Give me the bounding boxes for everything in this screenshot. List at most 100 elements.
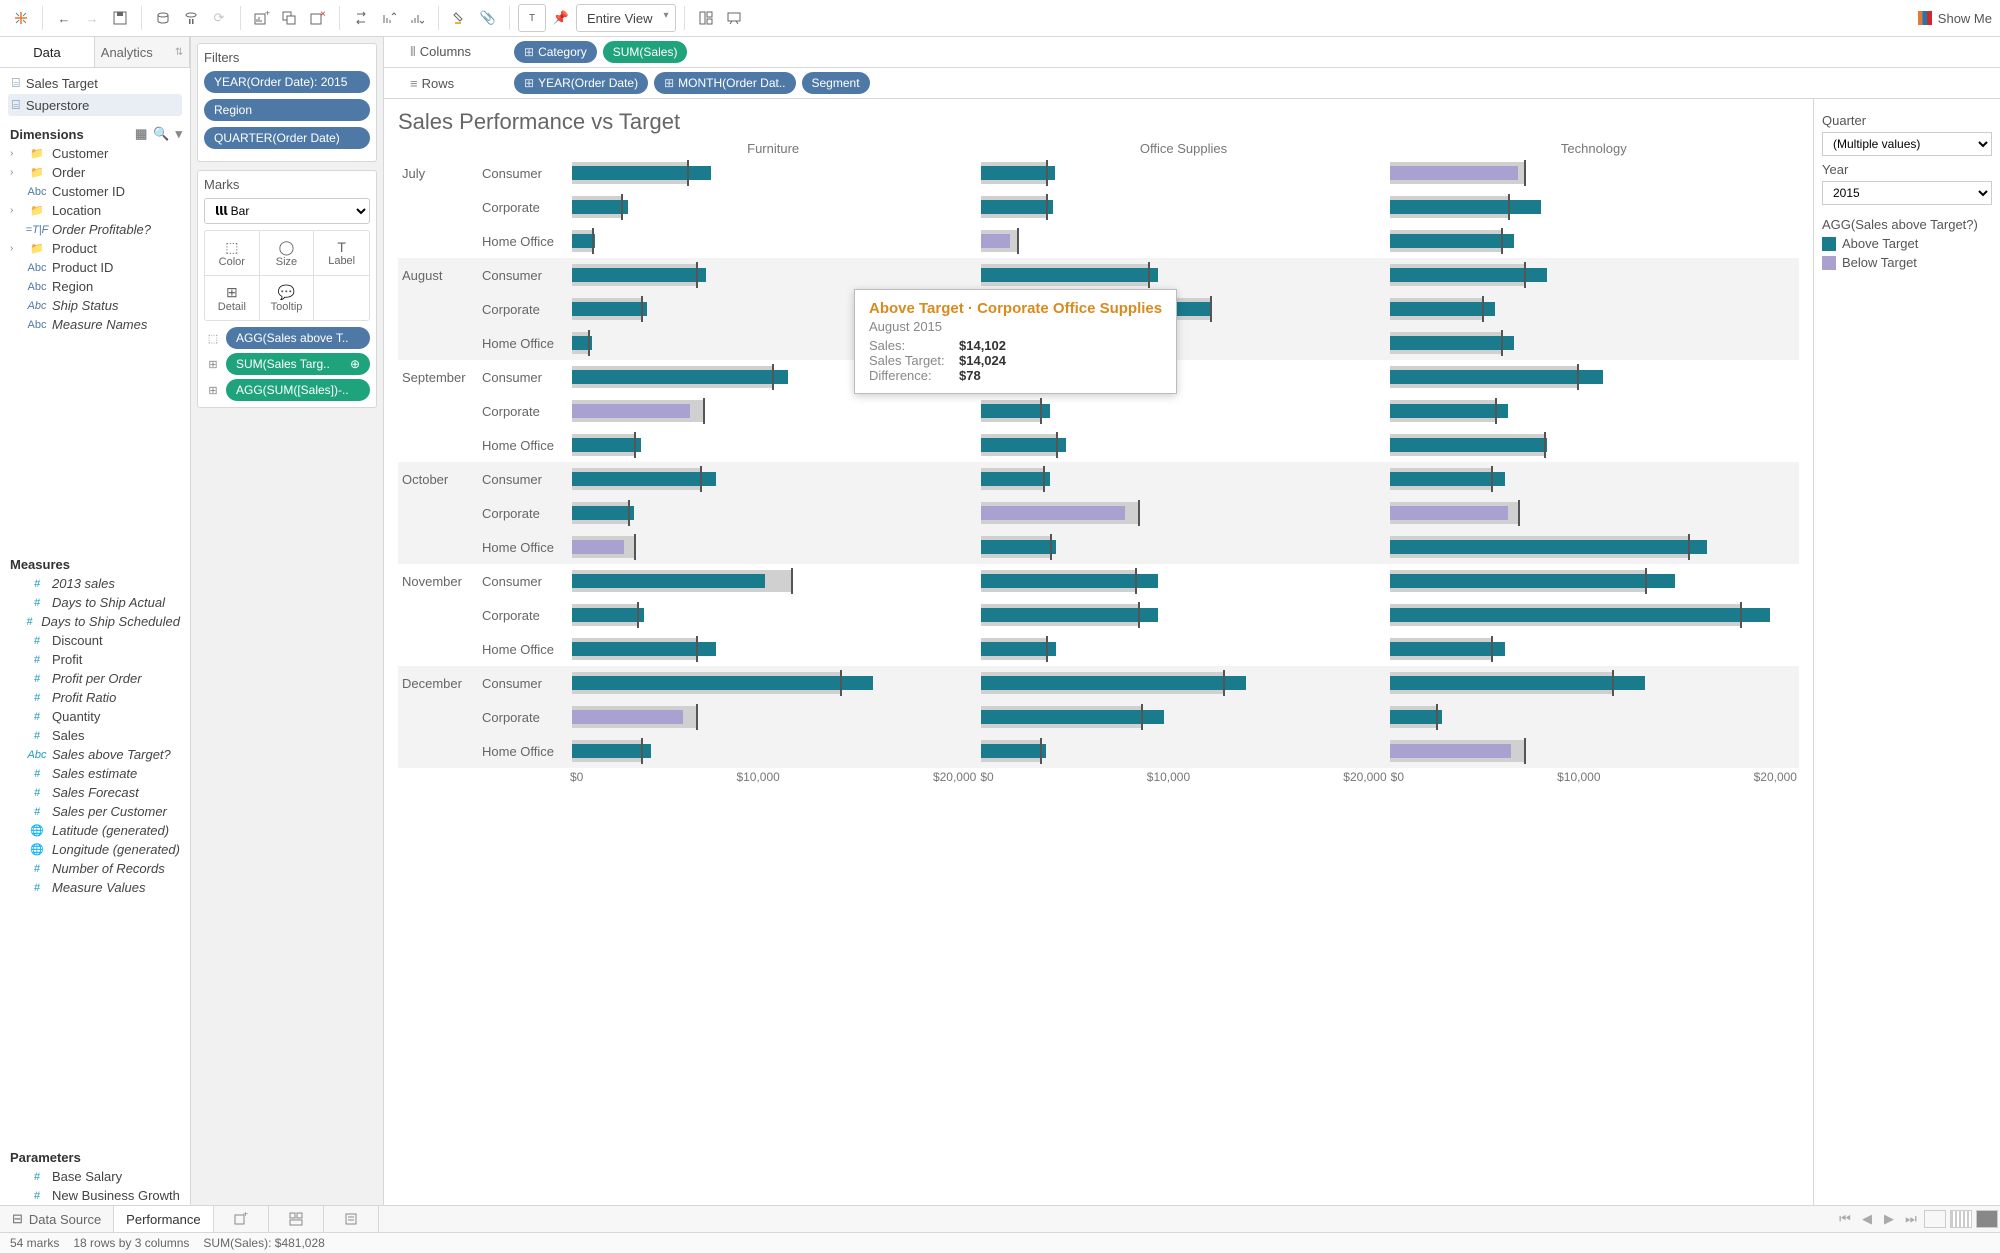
menu-icon[interactable]: ▾ (175, 126, 182, 142)
save-icon[interactable] (107, 5, 133, 31)
show-filmstrip-icon[interactable] (1950, 1210, 1972, 1228)
bar-cell[interactable] (1390, 635, 1799, 663)
field-sales-per-customer[interactable]: #Sales per Customer (0, 802, 190, 821)
marks-tooltip[interactable]: 💬Tooltip (260, 276, 315, 320)
presentation-icon[interactable] (721, 5, 747, 31)
field-customer-id[interactable]: AbcCustomer ID (0, 182, 190, 201)
quarter-filter[interactable]: (Multiple values) (1822, 132, 1992, 156)
new-sheet-icon[interactable]: + (249, 5, 275, 31)
bar-cell[interactable] (1390, 737, 1799, 765)
bar-cell[interactable] (1390, 533, 1799, 561)
back-arrow-icon[interactable]: ← (51, 5, 77, 31)
show-tabs-icon[interactable] (1924, 1210, 1946, 1228)
bar-cell[interactable] (572, 261, 981, 289)
columns-shelf[interactable]: ⦀Columns ⊞CategorySUM(Sales) (384, 37, 2000, 68)
bar-cell[interactable] (1390, 397, 1799, 425)
bar-cell[interactable] (981, 737, 1390, 765)
bar-cell[interactable] (981, 465, 1390, 493)
bar-cell[interactable] (981, 703, 1390, 731)
sort-desc-icon[interactable] (404, 5, 430, 31)
bar-cell[interactable] (572, 499, 981, 527)
first-sheet-icon[interactable]: ⏮ (1834, 1211, 1856, 1227)
group-icon[interactable]: 📎 (475, 5, 501, 31)
field-measure-values[interactable]: #Measure Values (0, 878, 190, 897)
search-icon[interactable]: 🔍 (153, 126, 169, 142)
marks-detail[interactable]: ⊞Detail (205, 276, 260, 320)
bar-cell[interactable] (1390, 227, 1799, 255)
field-profit[interactable]: #Profit (0, 650, 190, 669)
bar-cell[interactable] (981, 397, 1390, 425)
bar-cell[interactable] (981, 601, 1390, 629)
tab-analytics[interactable]: Analytics⇅ (95, 37, 190, 67)
bar-cell[interactable] (981, 261, 1390, 289)
bar-cell[interactable] (572, 227, 981, 255)
bar-cell[interactable] (572, 193, 981, 221)
field-ship-status[interactable]: AbcShip Status (0, 296, 190, 315)
last-sheet-icon[interactable]: ⏭ (1900, 1211, 1922, 1227)
bar-cell[interactable] (1390, 499, 1799, 527)
tableau-logo-icon[interactable] (8, 5, 34, 31)
field-sales-above-target-[interactable]: AbcSales above Target? (0, 745, 190, 764)
bar-cell[interactable] (981, 193, 1390, 221)
shelf-pill[interactable]: SUM(Sales) (603, 41, 688, 63)
shelf-pill[interactable]: ⊞MONTH(Order Dat.. (654, 72, 795, 94)
bar-cell[interactable] (1390, 567, 1799, 595)
clear-sheet-icon[interactable]: × (305, 5, 331, 31)
field-order-profitable-[interactable]: =T|FOrder Profitable? (0, 220, 190, 239)
bar-cell[interactable] (572, 635, 981, 663)
filter-pill[interactable]: QUARTER(Order Date) (204, 127, 370, 149)
bar-cell[interactable] (572, 533, 981, 561)
marks-color[interactable]: ⬚Color (205, 231, 260, 276)
bar-cell[interactable] (1390, 465, 1799, 493)
field-days-to-ship-actual[interactable]: #Days to Ship Actual (0, 593, 190, 612)
pin-icon[interactable]: 📌 (548, 5, 574, 31)
viz-canvas[interactable]: Sales Performance vs Target FurnitureOff… (384, 99, 1813, 1205)
highlight-icon[interactable] (447, 5, 473, 31)
bar-cell[interactable] (1390, 363, 1799, 391)
marks-label[interactable]: TLabel (314, 231, 369, 276)
marks-pill[interactable]: SUM(Sales Targ.. ⊕ (226, 353, 370, 375)
field-measure-names[interactable]: AbcMeasure Names (0, 315, 190, 334)
field-location[interactable]: ›📁Location (0, 201, 190, 220)
field-2013-sales[interactable]: #2013 sales (0, 574, 190, 593)
legend-item[interactable]: Above Target (1822, 236, 1992, 251)
field-new-business-growth[interactable]: #New Business Growth (0, 1186, 190, 1205)
bar-cell[interactable] (981, 567, 1390, 595)
bar-cell[interactable] (981, 635, 1390, 663)
bar-cell[interactable] (1390, 703, 1799, 731)
new-story-icon[interactable] (324, 1206, 379, 1232)
filter-pill[interactable]: YEAR(Order Date): 2015 (204, 71, 370, 93)
bar-cell[interactable] (572, 465, 981, 493)
year-filter[interactable]: 2015 (1822, 181, 1992, 205)
swap-icon[interactable] (348, 5, 374, 31)
field-days-to-ship-scheduled[interactable]: #Days to Ship Scheduled (0, 612, 190, 631)
field-latitude-generated-[interactable]: 🌐Latitude (generated) (0, 821, 190, 840)
field-longitude-generated-[interactable]: 🌐Longitude (generated) (0, 840, 190, 859)
rows-shelf[interactable]: ≡Rows ⊞YEAR(Order Date)⊞MONTH(Order Dat.… (384, 68, 2000, 99)
forward-arrow-icon[interactable]: → (79, 5, 105, 31)
tab-data[interactable]: Data (0, 37, 95, 67)
bar-cell[interactable] (1390, 261, 1799, 289)
bar-cell[interactable] (1390, 159, 1799, 187)
field-profit-ratio[interactable]: #Profit Ratio (0, 688, 190, 707)
bar-cell[interactable] (981, 159, 1390, 187)
bar-cell[interactable] (572, 431, 981, 459)
bar-cell[interactable] (981, 227, 1390, 255)
refresh-icon[interactable]: ⟳ (206, 5, 232, 31)
datasource-tab[interactable]: ⊟Data Source (0, 1206, 114, 1232)
bar-cell[interactable] (981, 669, 1390, 697)
bar-cell[interactable] (1390, 601, 1799, 629)
field-quantity[interactable]: #Quantity (0, 707, 190, 726)
datasource-item[interactable]: ⌸Sales Target (8, 72, 182, 94)
shelf-pill[interactable]: Segment (802, 72, 870, 94)
bar-cell[interactable] (981, 499, 1390, 527)
bar-cell[interactable] (981, 431, 1390, 459)
marks-pill[interactable]: AGG(Sales above T.. (226, 327, 370, 349)
cards-icon[interactable] (693, 5, 719, 31)
bar-cell[interactable] (572, 737, 981, 765)
bar-cell[interactable] (981, 533, 1390, 561)
next-sheet-icon[interactable]: ▶ (1878, 1211, 1900, 1227)
bar-cell[interactable] (572, 601, 981, 629)
field-product-id[interactable]: AbcProduct ID (0, 258, 190, 277)
field-customer[interactable]: ›📁Customer (0, 144, 190, 163)
